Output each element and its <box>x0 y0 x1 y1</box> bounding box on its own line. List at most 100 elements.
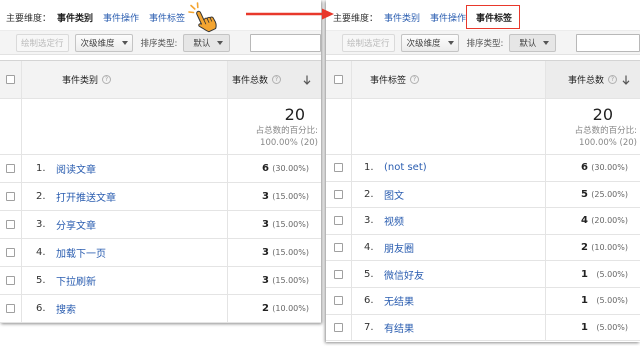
metric-cell: 3 (15.00%) <box>228 239 321 266</box>
dimension-option-event-label-highlighted: 事件标签 <box>466 4 521 29</box>
sort-type-value: 默认 <box>519 38 537 49</box>
row-percent-of-total: (5.00%) <box>596 296 628 306</box>
row-select-cell <box>0 155 22 182</box>
dimension-option-event-action[interactable]: 事件操作 <box>103 11 139 24</box>
row-checkbox[interactable] <box>6 192 15 201</box>
secondary-dimension-dropdown[interactable]: 次级维度 <box>74 33 133 52</box>
row-dimension-link[interactable]: (not set) <box>384 162 427 173</box>
metric-column-header[interactable]: 事件总数 <box>228 61 321 98</box>
percent-of-total-label: 占总数的百分比: <box>255 126 318 136</box>
table-summary-row: 20 占总数的百分比: 100.00% (20) <box>0 99 321 155</box>
row-event-count: 2 <box>581 242 588 254</box>
metric-cell: 5 (25.00%) <box>546 182 640 208</box>
dimension-option-event-label[interactable]: 事件标签 <box>149 11 185 24</box>
row-index: 1. <box>364 162 374 174</box>
row-select-cell <box>0 211 22 238</box>
select-all-cell <box>0 61 22 98</box>
row-select-cell <box>326 155 352 181</box>
row-event-count: 1 <box>581 295 588 307</box>
row-select-cell <box>326 234 352 261</box>
table-row: 3. 分享文章 3 (15.00%) <box>0 211 321 239</box>
arrow-right-icon <box>246 8 334 20</box>
help-icon[interactable] <box>410 75 420 84</box>
row-dimension-link[interactable]: 打开推送文章 <box>56 189 116 204</box>
row-index: 3. <box>36 219 46 230</box>
row-dimension-link[interactable]: 视频 <box>384 213 404 228</box>
row-event-count: 2 <box>262 303 269 314</box>
search-input[interactable] <box>250 33 321 52</box>
row-select-cell <box>326 314 352 341</box>
row-event-count: 5 <box>581 188 588 200</box>
table-body: 1. (not set) 6 (30.00%) 2. 图文 5 (25.00%) 3. 视频 4 (2… <box>326 155 640 342</box>
row-checkbox[interactable] <box>6 220 15 229</box>
dimension-column-header[interactable]: 事件类别 <box>22 61 228 98</box>
percent-of-total-label: 占总数的百分比: <box>574 126 637 136</box>
row-checkbox[interactable] <box>6 248 15 257</box>
row-checkbox[interactable] <box>334 322 343 332</box>
row-percent-of-total: (30.00%) <box>591 163 628 173</box>
row-checkbox[interactable] <box>334 296 343 306</box>
row-dimension-link[interactable]: 分享文章 <box>56 217 96 232</box>
row-dimension-link[interactable]: 图文 <box>384 187 404 202</box>
dimension-cell: 5. 下拉刷新 <box>22 267 228 294</box>
help-icon[interactable] <box>102 75 112 84</box>
dimension-cell: 1. 阅读文章 <box>22 155 228 182</box>
row-event-count: 3 <box>262 247 269 258</box>
metric-cell: 1 (5.00%) <box>546 261 640 287</box>
row-dimension-link[interactable]: 微信好友 <box>384 267 424 282</box>
select-all-checkbox[interactable] <box>6 75 15 84</box>
row-dimension-link[interactable]: 有结果 <box>384 320 414 335</box>
sort-type-select[interactable]: 默认 <box>509 33 557 52</box>
search-input[interactable] <box>576 33 640 52</box>
row-checkbox[interactable] <box>334 189 343 199</box>
percent-of-total-value: 100.00% (20) <box>260 138 318 148</box>
row-checkbox[interactable] <box>334 216 343 226</box>
row-select-cell <box>0 295 22 322</box>
row-checkbox[interactable] <box>6 164 15 173</box>
row-select-cell <box>326 287 352 314</box>
plot-rows-button[interactable]: 绘制选定行 <box>342 33 395 52</box>
row-dimension-link[interactable]: 搜索 <box>56 301 76 316</box>
left-report-panel: 主要维度： 事件类别 事件操作 事件标签 绘制选定行 次级维度 排序类型: 默认… <box>0 0 321 323</box>
table-row: 5. 微信好友 1 (5.00%) <box>326 261 640 288</box>
row-dimension-link[interactable]: 阅读文章 <box>56 161 96 176</box>
sort-type-select[interactable]: 默认 <box>183 33 231 52</box>
row-dimension-link[interactable]: 朋友圈 <box>384 240 414 255</box>
metric-total: 20 <box>284 105 305 124</box>
row-dimension-link[interactable]: 无结果 <box>384 293 414 308</box>
row-index: 7. <box>364 321 374 333</box>
summary-metric-cell: 20 占总数的百分比: 100.00% (20) <box>228 99 321 154</box>
plot-rows-button[interactable]: 绘制选定行 <box>16 33 69 52</box>
row-select-cell <box>326 181 352 208</box>
metric-column-header[interactable]: 事件总数 <box>546 61 640 98</box>
primary-dimension-label: 主要维度： <box>6 13 52 24</box>
dimension-option-event-category: 事件类别 <box>57 13 94 24</box>
select-all-cell <box>326 61 352 98</box>
secondary-dimension-dropdown[interactable]: 次级维度 <box>400 33 459 52</box>
row-event-count: 1 <box>581 321 588 333</box>
row-index: 2. <box>364 188 374 200</box>
row-checkbox[interactable] <box>6 276 15 285</box>
metric-cell: 3 (15.00%) <box>228 267 321 294</box>
row-percent-of-total: (25.00%) <box>591 189 628 199</box>
table-row: 6. 无结果 1 (5.00%) <box>326 287 640 315</box>
row-dimension-link[interactable]: 下拉刷新 <box>56 273 96 288</box>
percent-of-total-value: 100.00% (20) <box>579 138 637 148</box>
help-icon[interactable] <box>608 75 618 84</box>
row-checkbox[interactable] <box>334 243 343 253</box>
row-checkbox[interactable] <box>6 304 15 313</box>
row-checkbox[interactable] <box>334 163 343 173</box>
dimension-option-event-category[interactable]: 事件类别 <box>384 11 420 24</box>
dimension-column-header[interactable]: 事件标签 <box>352 61 546 98</box>
dimension-cell: 6. 搜索 <box>22 295 228 322</box>
row-dimension-link[interactable]: 加载下一页 <box>56 245 106 260</box>
chevron-down-icon <box>217 40 224 45</box>
chevron-down-icon <box>121 40 128 45</box>
metric-cell: 3 (15.00%) <box>228 211 321 238</box>
help-icon[interactable] <box>272 75 282 84</box>
select-all-checkbox[interactable] <box>334 75 343 84</box>
secondary-dimension-label: 次级维度 <box>406 38 441 49</box>
report-table: 事件标签 事件总数 20 占总数的百分比: 100.00% (20) 1. (no… <box>326 60 640 342</box>
row-checkbox[interactable] <box>334 269 343 279</box>
dimension-option-event-action[interactable]: 事件操作 <box>430 11 466 24</box>
